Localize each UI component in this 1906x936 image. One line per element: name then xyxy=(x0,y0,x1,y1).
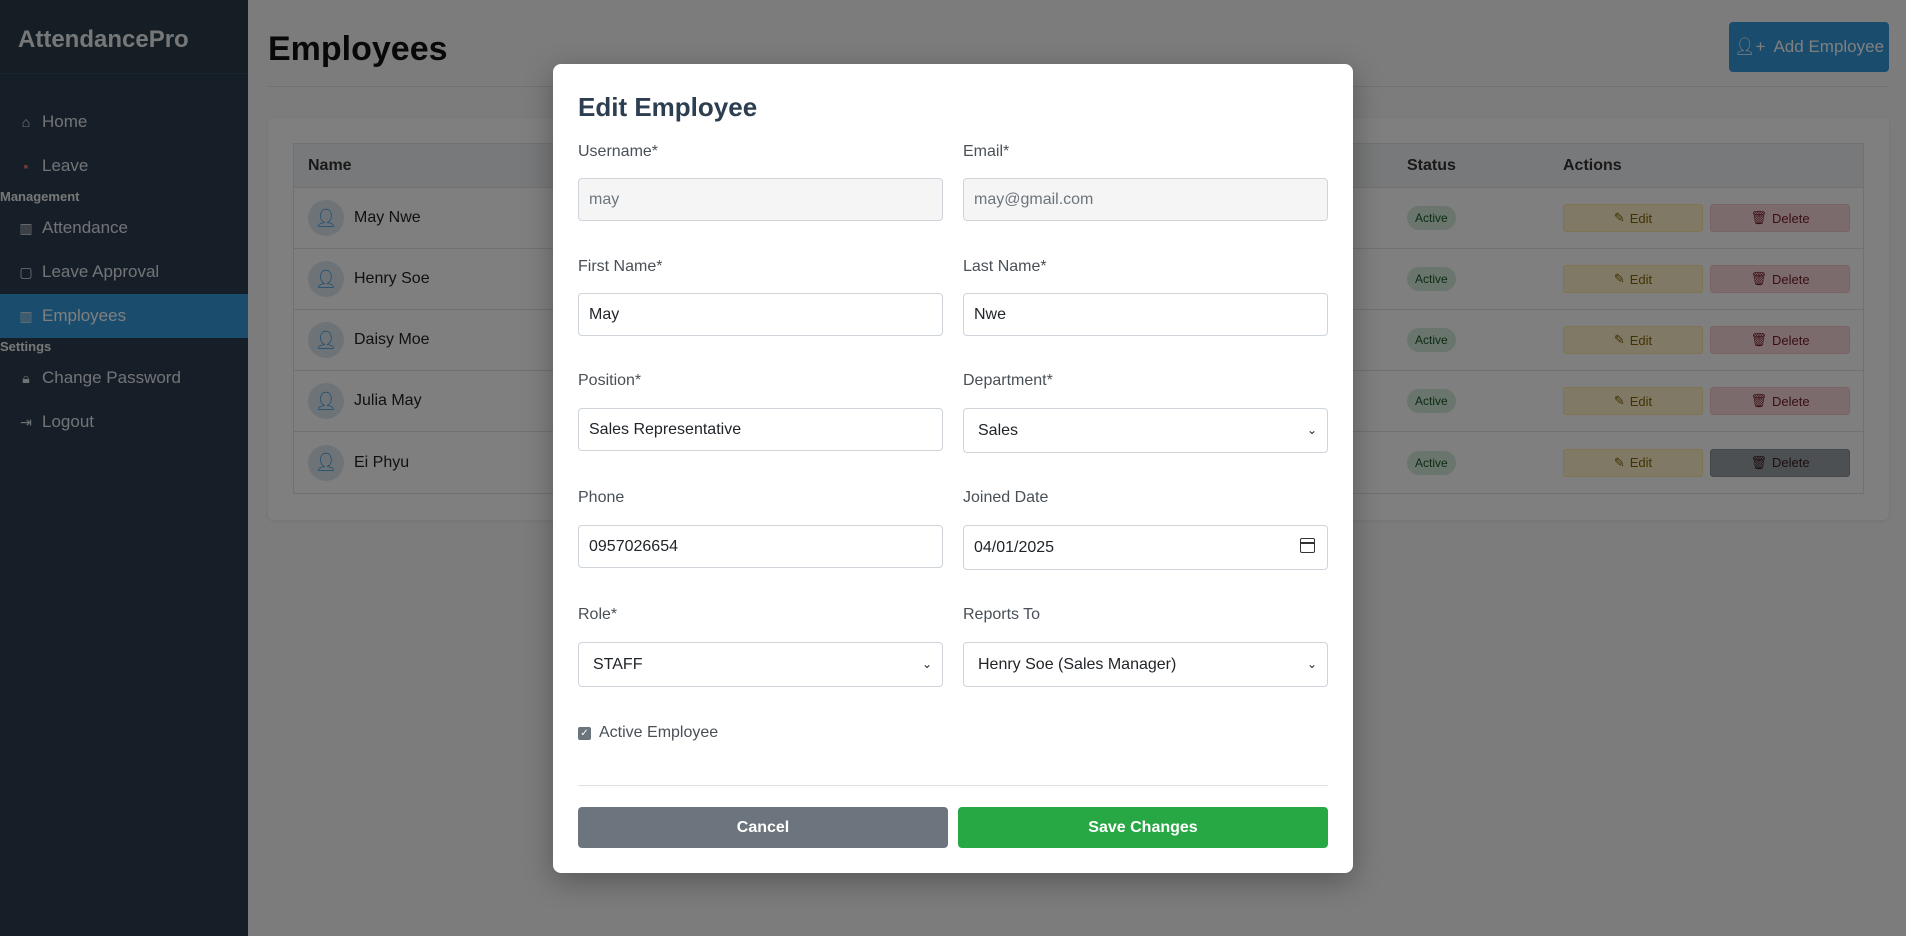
position-label: Position* xyxy=(578,372,642,389)
email-label: Email* xyxy=(963,143,1010,160)
email-field[interactable]: may@gmail.com xyxy=(963,178,1328,221)
edit-employee-modal: Edit Employee Username* may Email* may@g… xyxy=(553,64,1353,873)
position-field[interactable]: Sales Representative xyxy=(578,408,943,451)
role-label: Role* xyxy=(578,606,618,623)
department-select[interactable]: Sales ⌄ xyxy=(963,408,1328,453)
calendar-icon[interactable] xyxy=(1300,538,1315,553)
last-name-field[interactable]: Nwe xyxy=(963,293,1328,336)
chevron-down-icon: ⌄ xyxy=(921,657,932,671)
phone-label: Phone xyxy=(578,489,625,506)
reports-to-label: Reports To xyxy=(963,606,1041,623)
reports-to-value: Henry Soe (Sales Manager) xyxy=(978,655,1177,673)
department-value: Sales xyxy=(978,421,1019,439)
role-value: STAFF xyxy=(593,655,643,673)
chevron-down-icon: ⌄ xyxy=(1306,657,1317,671)
joined-date-label: Joined Date xyxy=(963,489,1049,506)
department-label: Department* xyxy=(963,372,1053,389)
reports-to-select[interactable]: Henry Soe (Sales Manager) ⌄ xyxy=(963,642,1328,687)
active-employee-row: ✓ Active Employee xyxy=(578,724,718,742)
active-employee-label: Active Employee xyxy=(599,724,719,741)
divider xyxy=(578,785,1328,786)
chevron-down-icon: ⌄ xyxy=(1306,423,1317,437)
username-label: Username* xyxy=(578,143,659,160)
username-field[interactable]: may xyxy=(578,178,943,221)
save-changes-button[interactable]: Save Changes xyxy=(958,807,1328,848)
modal-title: Edit Employee xyxy=(578,92,758,122)
phone-field[interactable]: 0957026654 xyxy=(578,525,943,568)
active-employee-checkbox[interactable]: ✓ xyxy=(578,726,591,740)
joined-date-field[interactable]: 04/01/2025 xyxy=(963,525,1328,570)
first-name-label: First Name* xyxy=(578,258,663,275)
cancel-button[interactable]: Cancel xyxy=(578,807,948,848)
first-name-field[interactable]: May xyxy=(578,293,943,336)
last-name-label: Last Name* xyxy=(963,258,1047,275)
role-select[interactable]: STAFF ⌄ xyxy=(578,642,943,687)
joined-date-value: 04/01/2025 xyxy=(974,538,1055,556)
